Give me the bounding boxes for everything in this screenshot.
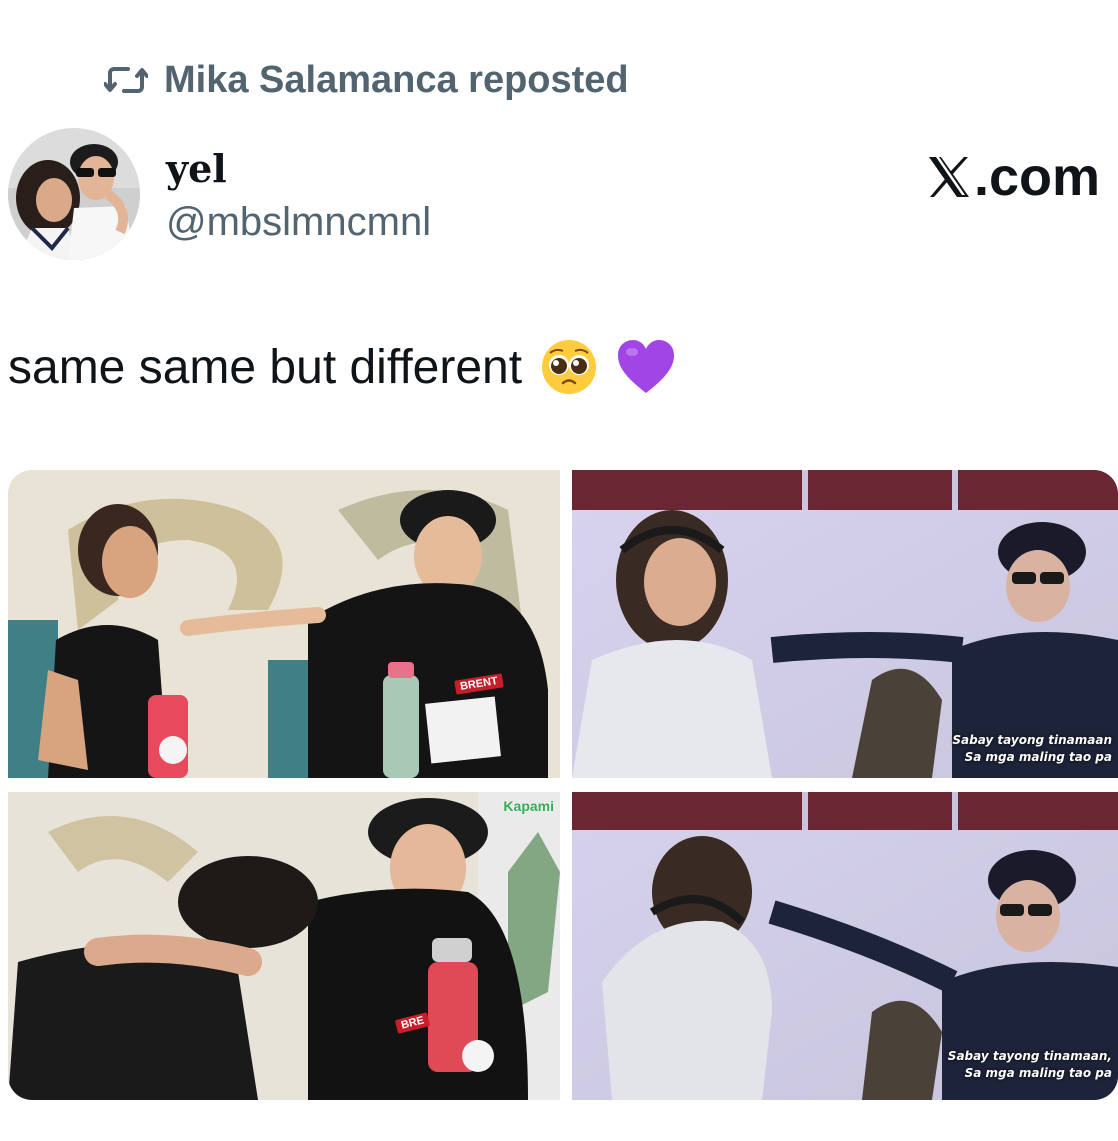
photo-top-right[interactable]: Sabay tayong tinamaan Sa mga maling tao … bbox=[572, 470, 1118, 778]
repost-icon bbox=[104, 63, 148, 97]
tweet-text: same same but different bbox=[8, 338, 676, 396]
purple-heart-icon bbox=[616, 338, 676, 396]
video-subtitle: Sabay tayong tinamaan Sa mga maling tao … bbox=[952, 732, 1112, 766]
subtitle-line-2: Sa mga maling tao pa bbox=[964, 1066, 1112, 1080]
subtitle-line-1: Sabay tayong tinamaan bbox=[952, 733, 1112, 747]
photo-bottom-right[interactable]: Sabay tayong tinamaan, Sa mga maling tao… bbox=[572, 792, 1118, 1100]
source-label: .com bbox=[973, 147, 1100, 207]
photo-top-left[interactable]: BRENT bbox=[8, 470, 560, 778]
repost-header: Mika Salamanca reposted bbox=[104, 56, 629, 104]
source-watermark: .com bbox=[926, 146, 1100, 208]
repost-label[interactable]: Mika Salamanca reposted bbox=[164, 59, 629, 102]
x-logo-icon bbox=[926, 155, 972, 199]
pleading-face-icon bbox=[540, 338, 598, 396]
photo-bottom-left[interactable]: BRE Kapami bbox=[8, 792, 560, 1100]
avatar[interactable] bbox=[8, 128, 140, 260]
subtitle-line-2: Sa mga maling tao pa bbox=[964, 750, 1112, 764]
channel-logo: Kapami bbox=[503, 798, 554, 814]
author-name[interactable]: yel bbox=[166, 146, 227, 191]
media-grid: BRENT Sabay tayong tinamaan Sa mga malin… bbox=[8, 470, 1118, 1100]
video-subtitle: Sabay tayong tinamaan, Sa mga maling tao… bbox=[948, 1048, 1112, 1082]
author-handle[interactable]: @mbslmncmnl bbox=[166, 200, 431, 245]
tweet-body: same same but different bbox=[8, 340, 523, 394]
subtitle-line-1: Sabay tayong tinamaan, bbox=[947, 1049, 1112, 1063]
